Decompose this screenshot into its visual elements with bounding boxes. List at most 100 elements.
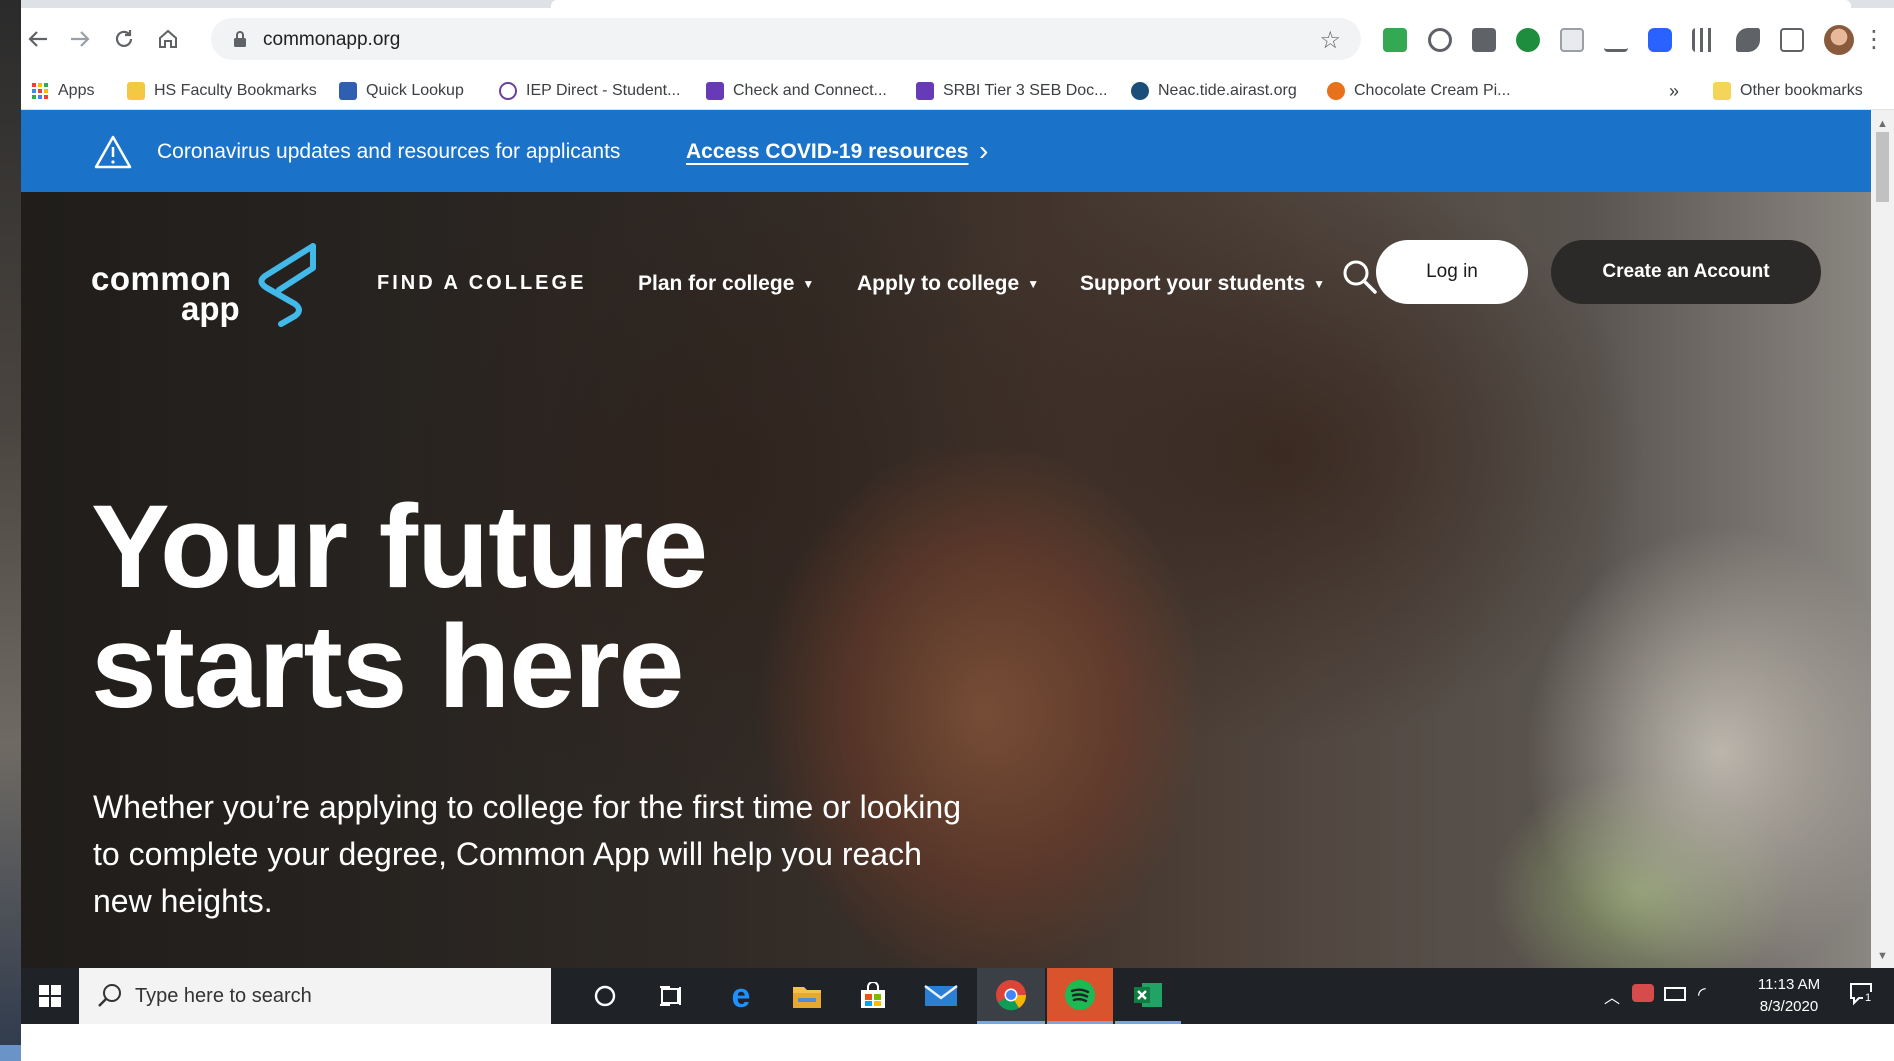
task-view-icon — [660, 986, 681, 1006]
clock[interactable]: 11:13 AM 8/3/2020 — [1744, 974, 1834, 1018]
covid-message: Coronavirus updates and resources for ap… — [157, 140, 621, 163]
store-bag-icon — [861, 982, 885, 1008]
quick-lookup-icon — [339, 82, 357, 100]
extension-circle-icon[interactable] — [1428, 28, 1452, 52]
vertical-scrollbar[interactable]: ▲ ▼ — [1871, 110, 1894, 968]
menu-kebab-icon[interactable]: ⋮ — [1859, 22, 1889, 56]
search-icon[interactable] — [1340, 257, 1380, 297]
url-text: commonapp.org — [263, 29, 401, 50]
taskbar-edge[interactable]: e — [709, 968, 773, 1024]
action-center-button[interactable]: 1 — [1849, 982, 1875, 1006]
system-tray: ︿ ◜ 11:13 AM 8/3/2020 1 — [1594, 968, 1894, 1024]
battery-icon[interactable] — [1664, 987, 1686, 1001]
folder-icon — [793, 987, 821, 1008]
extension-lp-icon[interactable] — [1516, 28, 1540, 52]
forward-arrow-icon — [71, 31, 90, 47]
bookmark-apps[interactable]: Apps — [31, 80, 94, 102]
covid-resources-link[interactable]: Access COVID-19 resources — [686, 140, 969, 164]
wifi-icon[interactable]: ◜ — [1698, 982, 1706, 1007]
hero-subtext: Whether you’re applying to college for t… — [93, 789, 961, 919]
notification-count: 1 — [1863, 992, 1874, 1004]
tray-chevron-up-icon[interactable]: ︿ — [1604, 984, 1620, 1008]
back-button[interactable] — [21, 22, 55, 56]
logo-swoosh-icon — [258, 243, 316, 327]
caret-down-icon: ▼ — [802, 277, 815, 292]
cortana-circle-icon — [594, 985, 616, 1007]
taskbar-file-explorer[interactable] — [775, 968, 839, 1024]
taskbar-store[interactable] — [841, 968, 905, 1024]
address-bar[interactable]: commonapp.org ☆ — [211, 18, 1361, 60]
recipe-icon — [1327, 82, 1345, 100]
tray-app-icon[interactable] — [1632, 984, 1654, 1002]
create-account-button[interactable]: Create an Account — [1551, 240, 1821, 304]
more-bookmarks-button[interactable]: » — [1669, 80, 1679, 102]
chevron-right-icon[interactable]: › — [979, 135, 988, 167]
iep-icon — [499, 82, 517, 100]
bookmark-hs-faculty[interactable]: HS Faculty Bookmarks — [127, 80, 317, 102]
task-view-button[interactable] — [639, 968, 703, 1024]
start-button[interactable] — [21, 968, 79, 1024]
taskbar-search-box[interactable]: Type here to search — [79, 968, 551, 1024]
spotify-icon — [1065, 979, 1095, 1010]
globe-icon — [1131, 82, 1149, 100]
hero-section: common app FIND A COLLEGE Plan for colle… — [21, 192, 1871, 968]
desktop: commonapp.org ☆ ⋮ Apps HS Faculty Bookma… — [0, 0, 1894, 1061]
caret-down-icon: ▼ — [1027, 277, 1040, 292]
search-icon — [98, 984, 121, 1007]
profile-avatar[interactable] — [1824, 25, 1854, 55]
active-tab[interactable] — [551, 0, 1851, 8]
excel-icon — [1134, 982, 1162, 1007]
browser-toolbar: commonapp.org ☆ ⋮ — [21, 8, 1894, 72]
windows-taskbar: Type here to search e ︿ ◜ 11:13 AM 8/3/2… — [21, 968, 1894, 1024]
bookmark-neac-tide[interactable]: Neac.tide.airast.org — [1131, 80, 1297, 102]
extension-c-icon[interactable] — [1648, 28, 1672, 52]
caret-down-icon: ▼ — [1313, 277, 1326, 292]
lock-icon — [234, 31, 246, 47]
extension-screen-icon[interactable] — [1560, 28, 1584, 52]
browser-window: commonapp.org ☆ ⋮ Apps HS Faculty Bookma… — [21, 0, 1894, 1024]
bookmark-other[interactable]: Other bookmarks — [1713, 80, 1863, 102]
extension-grid-icon[interactable] — [1692, 28, 1716, 52]
hero-headline: Your future starts here — [91, 481, 708, 733]
scrollbar-thumb[interactable] — [1876, 132, 1889, 202]
home-icon — [159, 29, 177, 48]
extensions-puzzle-icon[interactable] — [1736, 28, 1760, 52]
extension-pen-icon[interactable] — [1604, 28, 1628, 52]
bookmark-check-and-connect[interactable]: Check and Connect... — [706, 80, 887, 102]
cortana-button[interactable] — [573, 968, 637, 1024]
extension-classroom-icon[interactable] — [1383, 28, 1407, 52]
nav-apply-to-college[interactable]: Apply to college ▼ — [857, 272, 1039, 296]
forward-button[interactable] — [63, 22, 97, 56]
windows-logo-icon — [39, 985, 61, 1007]
common-app-logo[interactable]: common app — [91, 242, 351, 332]
nav-support-your-students[interactable]: Support your students ▼ — [1080, 272, 1325, 296]
warning-triangle-icon — [94, 135, 132, 169]
nav-find-a-college[interactable]: FIND A COLLEGE — [377, 272, 586, 295]
taskbar-excel[interactable] — [1115, 968, 1181, 1024]
bookmark-iep-direct[interactable]: IEP Direct - Student... — [499, 80, 680, 102]
taskbar-chrome[interactable] — [977, 968, 1045, 1024]
bookmark-star-icon[interactable]: ☆ — [1319, 26, 1341, 55]
folder-icon — [1713, 82, 1731, 100]
taskbar-spotify[interactable] — [1047, 968, 1113, 1024]
bookmark-srbi[interactable]: SRBI Tier 3 SEB Doc... — [916, 80, 1108, 102]
back-arrow-icon — [28, 31, 47, 47]
tab-strip — [21, 0, 1894, 8]
scroll-up-arrow-icon[interactable]: ▲ — [1877, 118, 1888, 130]
login-button[interactable]: Log in — [1376, 240, 1528, 304]
desktop-background — [0, 0, 21, 1061]
covid-banner: Coronavirus updates and resources for ap… — [21, 110, 1871, 192]
bookmark-quick-lookup[interactable]: Quick Lookup — [339, 80, 464, 102]
taskbar-mail[interactable] — [909, 968, 973, 1024]
form-icon — [706, 82, 724, 100]
reload-button[interactable] — [107, 22, 141, 56]
extension-shield-icon[interactable] — [1472, 28, 1496, 52]
home-button[interactable] — [151, 22, 185, 56]
page-content: Coronavirus updates and resources for ap… — [21, 110, 1871, 968]
nav-plan-for-college[interactable]: Plan for college ▼ — [638, 272, 814, 296]
folder-icon — [127, 82, 145, 100]
cast-icon[interactable] — [1780, 28, 1804, 52]
scroll-down-arrow-icon[interactable]: ▼ — [1877, 950, 1888, 962]
bookmarks-bar: Apps HS Faculty Bookmarks Quick Lookup I… — [21, 72, 1894, 110]
bookmark-chocolate-cream-pie[interactable]: Chocolate Cream Pi... — [1327, 80, 1511, 102]
